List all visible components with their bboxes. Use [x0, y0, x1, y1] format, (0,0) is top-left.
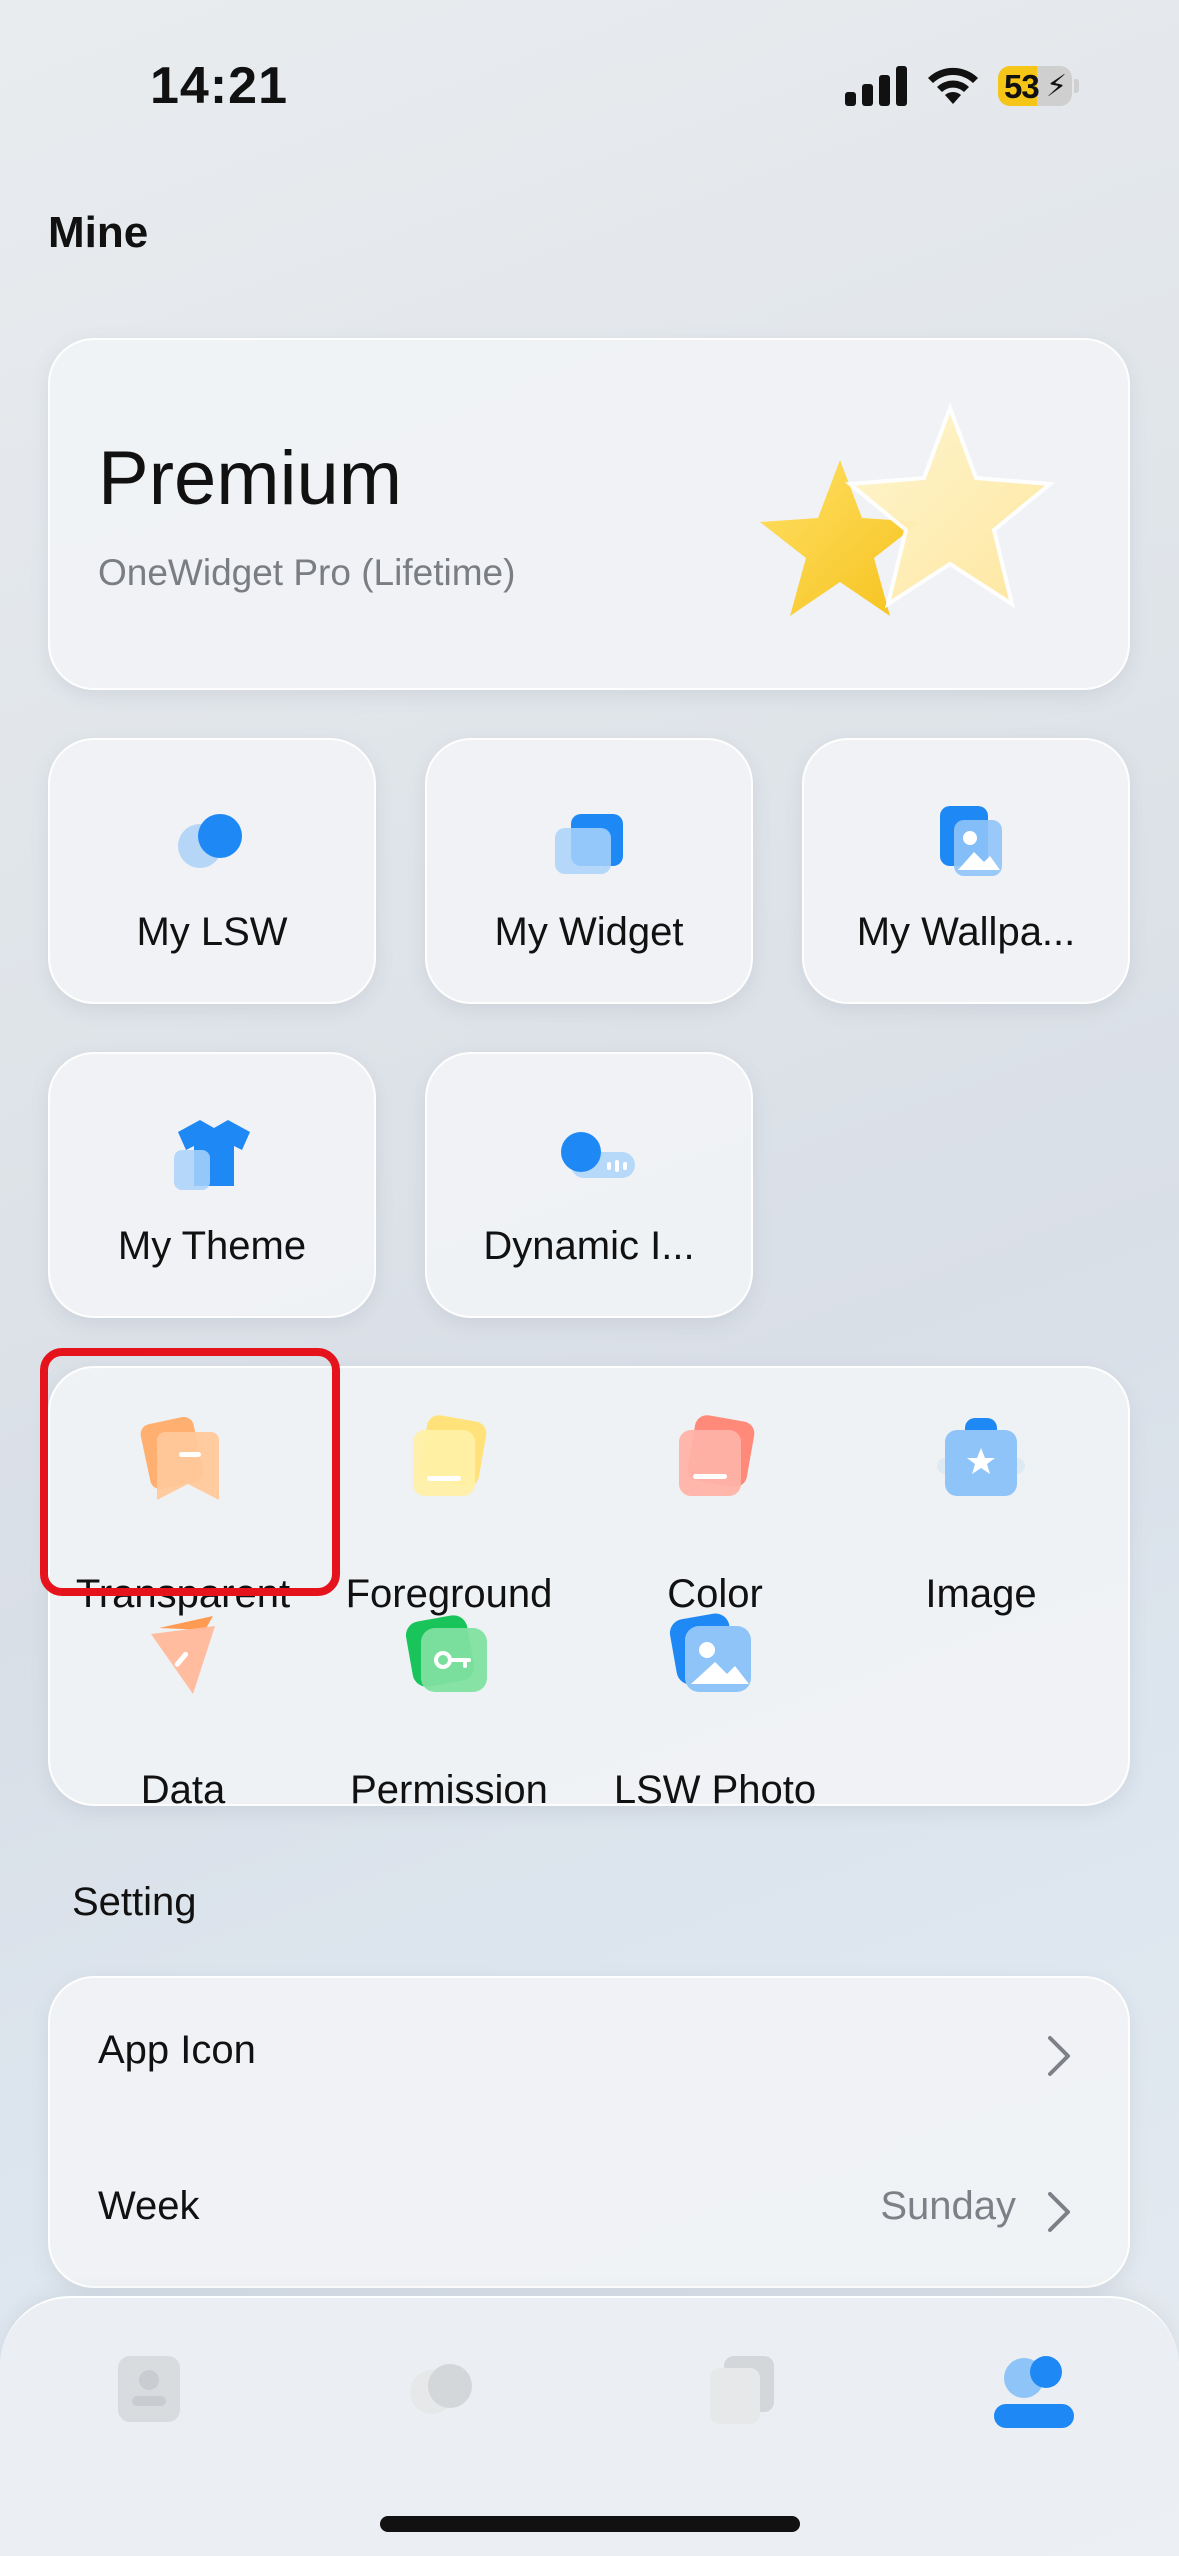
- color-icon: [679, 1415, 755, 1496]
- data-icon: [151, 1616, 215, 1694]
- my-wallpaper-tile[interactable]: My Wallpa...: [802, 738, 1130, 1004]
- feature-foreground[interactable]: Foreground: [316, 1412, 582, 1616]
- stars-icon: [760, 402, 1056, 616]
- dynamic-island-tile[interactable]: Dynamic I...: [425, 1052, 753, 1318]
- feature-permission-label: Permission: [350, 1768, 548, 1812]
- my-theme-label: My Theme: [117, 1224, 307, 1268]
- lsw-icon: [178, 814, 242, 868]
- wifi-icon: [928, 67, 978, 104]
- wallpaper-icon: [940, 806, 1002, 876]
- feature-color[interactable]: Color: [582, 1412, 848, 1616]
- premium-card[interactable]: Premium OneWidget Pro (Lifetime): [48, 338, 1130, 690]
- charging-bolt-icon: ⚡: [1046, 70, 1068, 103]
- feature-permission[interactable]: Permission: [316, 1608, 582, 1812]
- my-widget-tile[interactable]: My Widget: [425, 738, 753, 1004]
- cellular-signal-icon: [845, 66, 907, 106]
- setting-app-icon-label: App Icon: [98, 2028, 256, 2072]
- feature-lsw-photo-label: LSW Photo: [613, 1768, 817, 1812]
- feature-image[interactable]: Image: [848, 1412, 1114, 1616]
- premium-subtitle: OneWidget Pro (Lifetime): [98, 552, 516, 593]
- feature-image-label: Image: [925, 1572, 1037, 1616]
- image-icon: [937, 1418, 1025, 1496]
- feature-lsw-photo[interactable]: LSW Photo: [582, 1608, 848, 1812]
- lsw-photo-icon: [669, 1613, 751, 1692]
- dynamic-island-icon: [561, 1132, 635, 1178]
- my-lsw-tile[interactable]: My LSW: [48, 738, 376, 1004]
- tab-circles-icon[interactable]: [390, 2338, 490, 2438]
- my-lsw-label: My LSW: [136, 910, 288, 954]
- tab-contact-card-icon[interactable]: [100, 2338, 200, 2438]
- dynamic-island-label: Dynamic I...: [483, 1224, 695, 1268]
- setting-row-app-icon[interactable]: App Icon: [50, 1978, 1128, 2134]
- settings-section-title: Setting: [72, 1880, 197, 1924]
- foreground-icon: [413, 1415, 487, 1496]
- my-theme-tile[interactable]: My Theme: [48, 1052, 376, 1318]
- tab-profile-icon[interactable]: [980, 2338, 1080, 2438]
- transparent-highlight-box: [40, 1348, 340, 1596]
- page-title: Mine: [48, 208, 149, 257]
- setting-week-value: Sunday: [880, 2184, 1016, 2228]
- my-widget-label: My Widget: [494, 910, 684, 954]
- tab-cards-icon[interactable]: [690, 2338, 790, 2438]
- setting-week-label: Week: [98, 2184, 200, 2228]
- settings-card: App Icon Week Sunday: [48, 1976, 1130, 2288]
- permission-key-icon: [405, 1615, 487, 1692]
- chevron-right-icon: [1048, 2036, 1070, 2076]
- theme-shirt-icon: [174, 1120, 250, 1190]
- feature-data[interactable]: Data: [50, 1608, 316, 1812]
- my-wallpaper-label: My Wallpa...: [856, 910, 1076, 954]
- setting-row-week[interactable]: Week Sunday: [50, 2134, 1128, 2290]
- widget-icon: [555, 814, 623, 874]
- battery-percent: 53: [1004, 68, 1040, 105]
- premium-title: Premium: [98, 436, 403, 521]
- home-indicator: [380, 2516, 800, 2532]
- status-time: 14:21: [150, 57, 288, 115]
- chevron-right-icon: [1048, 2192, 1070, 2232]
- feature-data-label: Data: [140, 1768, 226, 1812]
- battery-indicator: 53 ⚡: [998, 66, 1080, 106]
